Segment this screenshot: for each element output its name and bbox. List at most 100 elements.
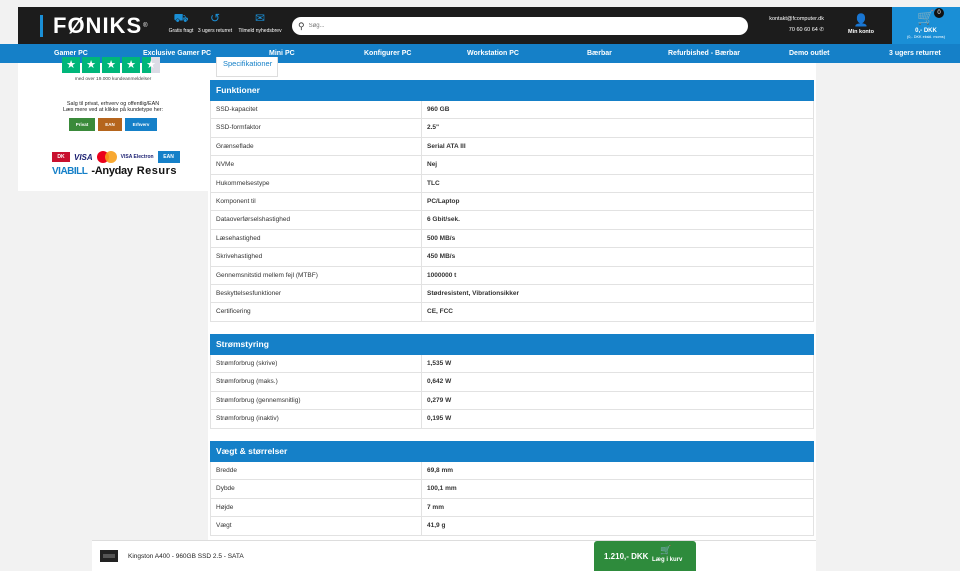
- privat-button[interactable]: Privat: [69, 118, 95, 131]
- spec-label: Bredde: [211, 462, 422, 480]
- anyday-logo: -Anyday: [91, 165, 133, 177]
- spec-row: NVMe Nej: [210, 156, 814, 175]
- nav-workstation-pc[interactable]: Workstation PC: [467, 44, 519, 63]
- spec-label: Skrivehastighed: [211, 248, 422, 266]
- phone-icon: ✆: [819, 27, 824, 33]
- spec-value: 960 GB: [427, 106, 450, 113]
- sticky-buy-bar: Kingston A400 - 960GB SSD 2.5 - SATA 1.2…: [92, 540, 816, 571]
- spec-row: Beskyttelsesfunktioner Stødresistent, Vib…: [210, 284, 814, 304]
- spec-row: Vægt 41,9 g: [210, 517, 814, 536]
- spec-value: 1000000 t: [427, 271, 457, 279]
- cart-icon: 🛒: [660, 545, 672, 555]
- spec-value: 6 Gbit/sek.: [427, 216, 460, 224]
- spec-row: Skrivehastighed 450 MB/s: [210, 248, 814, 267]
- search-icon[interactable]: ⚲: [298, 21, 305, 32]
- spec-value: 69,8 mm: [427, 467, 454, 474]
- ean-logo: EAN: [157, 151, 180, 163]
- spec-label: Grænseflade: [211, 137, 422, 156]
- star-half-icon: ★: [142, 57, 160, 73]
- visa-logo: VISA: [74, 152, 93, 162]
- spec-row: Dybde 100,1 mm: [210, 480, 814, 499]
- spec-row: Strømforbrug (maks.) 0,642 W: [210, 373, 814, 392]
- user-icon: 👤: [853, 13, 869, 27]
- header-bar: FØNIKS ® ⛟ Gratis fragt ↺ 3 ugers returre…: [18, 7, 960, 44]
- cart-button[interactable]: 🛒 0 0,- DKK (0,- DKK ekskl. moms): [892, 7, 960, 44]
- spec-label: Hukommelsestype: [211, 174, 422, 192]
- return-policy-feature[interactable]: ↺ 3 ugers returret: [190, 11, 240, 34]
- nav-refurbished-baerbar[interactable]: Refurbished - Bærbar: [668, 44, 740, 63]
- nav-demo-outlet[interactable]: Demo outlet: [789, 44, 829, 63]
- spec-label: Strømforbrug (inaktiv): [211, 410, 422, 428]
- section-vaegt: Vægt & størrelser Bredde 69,8 mm Dybde 100,…: [210, 441, 814, 536]
- sidebar: ★ ★ ★ ★ ★ med over 19.000 kundeanmeldels…: [18, 57, 208, 191]
- logo[interactable]: FØNIKS ®: [40, 13, 148, 39]
- section-stromstyring: Strømstyring Strømforbrug (skrive) 1,535 …: [210, 334, 814, 429]
- spec-row: Gennemsnitstid mellem fejl (MTBF) 1000000…: [210, 266, 814, 285]
- payment-logos-2: VIABILL -Anyday Resurs: [52, 165, 177, 177]
- spec-value: 2.5": [427, 124, 440, 132]
- spec-row: Hukommelsestype TLC: [210, 174, 814, 193]
- nav-baerbar[interactable]: Bærbar: [587, 44, 612, 63]
- contact-email[interactable]: kontakt@fcomputer.dk: [752, 14, 824, 25]
- spec-value: 100,1 mm: [427, 485, 457, 493]
- product-name: Kingston A400 - 960GB SSD 2.5 - SATA: [128, 553, 244, 560]
- spec-value: PC/Laptop: [427, 197, 460, 205]
- spec-label: Dybde: [211, 480, 422, 498]
- spec-row: SSD-formfaktor 2.5": [210, 119, 814, 138]
- cart-total: 0,- DKK: [915, 28, 937, 34]
- spec-row: Dataoverførselshastighed 6 Gbit/sek.: [210, 211, 814, 230]
- newsletter-feature[interactable]: ✉ Tilmeld nyhedsbrev: [235, 11, 285, 34]
- spec-label: Vægt: [211, 517, 422, 535]
- nav-konfigurer-pc[interactable]: Konfigurer PC: [364, 44, 411, 63]
- dankort-logo: DK: [52, 152, 70, 162]
- cart-total-note: (0,- DKK ekskl. moms): [907, 35, 945, 39]
- section-funktioner: Funktioner SSD-kapacitet 960 GB SSD-formfa…: [210, 80, 814, 322]
- spec-row: SSD-kapacitet 960 GB: [210, 101, 814, 120]
- spec-value: 450 MB/s: [427, 253, 456, 261]
- viabill-logo: VIABILL: [52, 165, 88, 177]
- spec-value: CE, FCC: [427, 308, 453, 316]
- spec-label: Højde: [211, 498, 422, 517]
- spec-value: Stødresistent, Vibrationsikker: [427, 289, 519, 297]
- cart-count-badge: 0: [934, 8, 944, 18]
- contact-info: kontakt@fcomputer.dk 70 60 60 64 ✆: [752, 14, 824, 36]
- add-to-cart-label: Læg i kurv: [652, 557, 683, 563]
- spec-label: SSD-formfaktor: [211, 119, 422, 137]
- spec-value: 0,279 W: [427, 396, 452, 404]
- visa-electron-logo: VISA Electron: [120, 153, 154, 160]
- star-icon: ★: [122, 57, 140, 73]
- search-input[interactable]: [308, 23, 729, 29]
- spec-label: Certificering: [211, 303, 422, 321]
- star-icon: ★: [82, 57, 100, 73]
- spec-row: Grænseflade Serial ATA III: [210, 137, 814, 157]
- spec-label: Komponent til: [211, 192, 422, 211]
- star-icon: ★: [62, 57, 80, 73]
- spec-label: NVMe: [211, 156, 422, 174]
- spec-row: Komponent til PC/Laptop: [210, 192, 814, 212]
- tab-specifications[interactable]: Specifikationer: [216, 57, 278, 77]
- spec-value: 41,9 g: [427, 522, 446, 530]
- spec-row: Højde 7 mm: [210, 498, 814, 518]
- search-bar[interactable]: ⚲: [292, 17, 748, 35]
- nav-returret[interactable]: 3 ugers returret: [889, 44, 941, 63]
- spec-label: Gennemsnitstid mellem fejl (MTBF): [211, 266, 422, 284]
- account-button[interactable]: 👤 Min konto: [844, 13, 878, 35]
- mastercard-logo: [96, 151, 117, 163]
- spec-label: Strømforbrug (gennemsnitlig): [211, 391, 422, 410]
- erhverv-button[interactable]: Erhverv: [125, 118, 157, 131]
- spec-row: Strømforbrug (skrive) 1,535 W: [210, 355, 814, 374]
- ean-button[interactable]: EAN: [98, 118, 122, 131]
- product-thumbnail: [100, 550, 118, 562]
- resurs-logo: Resurs: [136, 165, 177, 177]
- product-price: 1.210,- DKK: [604, 552, 649, 561]
- spec-value: TLC: [427, 179, 440, 187]
- spec-row: Certificering CE, FCC: [210, 303, 814, 322]
- trustpilot-stars[interactable]: ★ ★ ★ ★ ★: [62, 57, 160, 73]
- section-title: Vægt & størrelser: [210, 441, 814, 462]
- add-to-cart-button[interactable]: 1.210,- DKK 🛒 Læg i kurv: [594, 541, 696, 571]
- section-title: Funktioner: [210, 80, 814, 101]
- spec-label: Beskyttelsesfunktioner: [211, 284, 422, 303]
- spec-content: Specifikationer Funktioner SSD-kapacitet…: [208, 57, 816, 548]
- contact-phone[interactable]: 70 60 60 64: [789, 27, 818, 33]
- spec-value: 7 mm: [427, 503, 444, 511]
